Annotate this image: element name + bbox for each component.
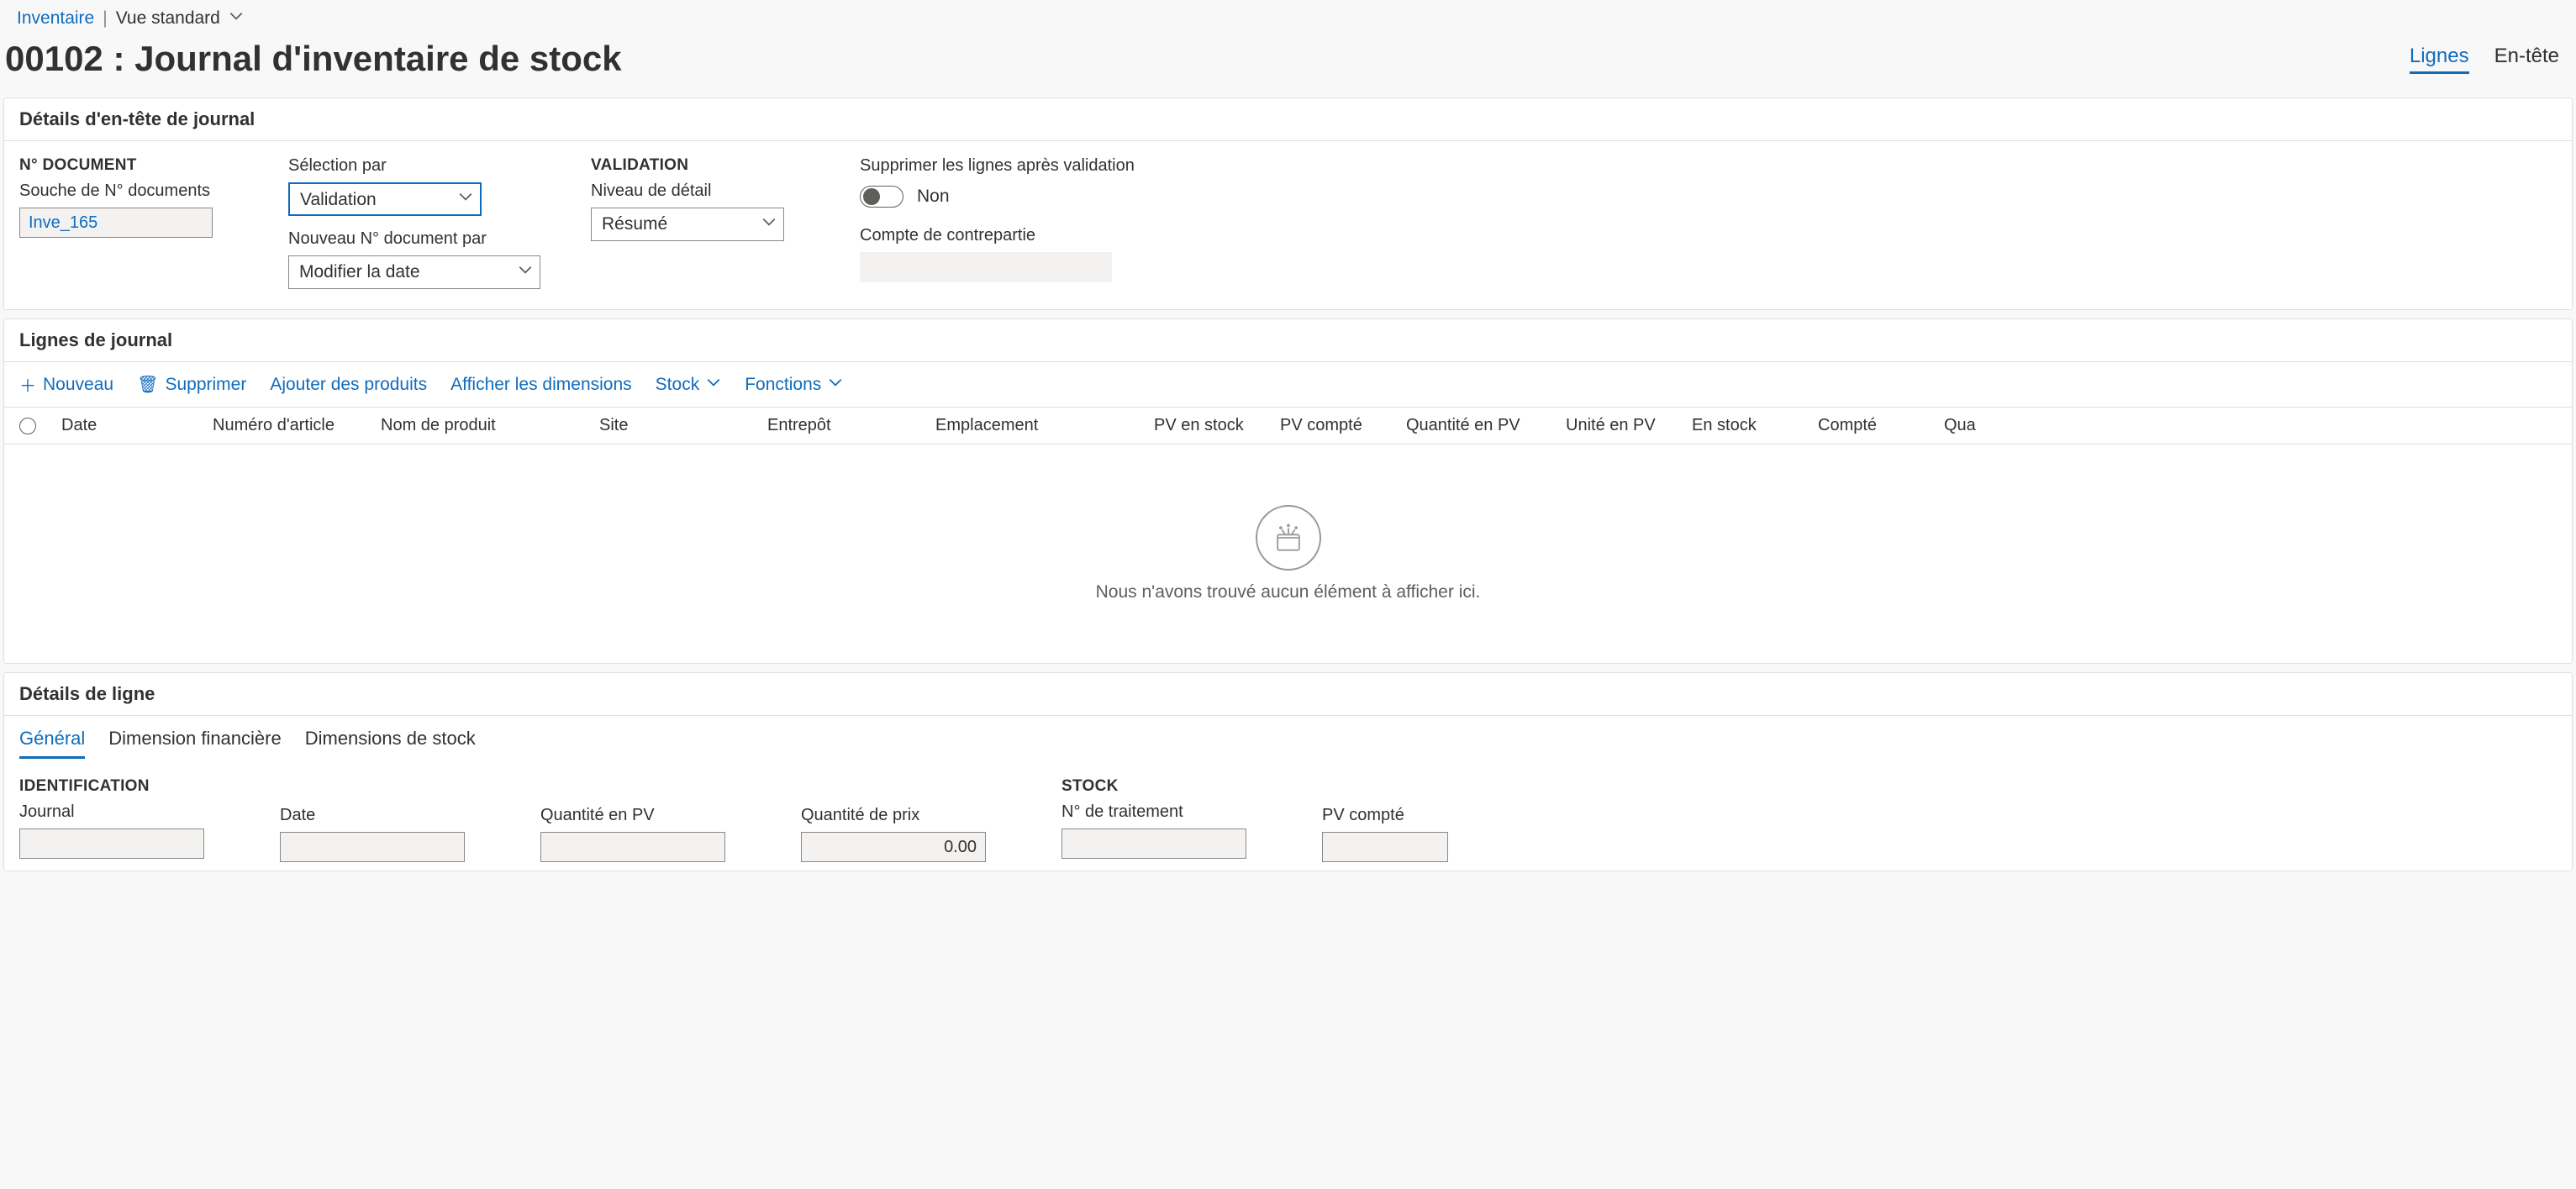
chevron-down-icon	[828, 375, 843, 395]
new-line-button[interactable]: ＋ Nouveau	[19, 372, 113, 397]
page-title: 00102 : Journal d'inventaire de stock	[5, 39, 622, 79]
col-product-name[interactable]: Nom de produit	[372, 416, 591, 435]
select-detail-level[interactable]: Résumé	[591, 208, 784, 241]
breadcrumb-root-link[interactable]: Inventaire	[17, 8, 94, 29]
select-selection-value: Validation	[300, 190, 377, 209]
label-selection: Sélection par	[288, 156, 540, 176]
col-counted[interactable]: Compté	[1810, 416, 1936, 435]
section-line-details-title: Détails de ligne	[4, 673, 2572, 716]
field-offset-account[interactable]	[860, 252, 1112, 282]
lines-toolbar: ＋ Nouveau 🗑 Supprimer Ajouter des produi…	[4, 362, 2572, 408]
select-detail-level-value: Résumé	[602, 214, 667, 234]
label-date: Date	[280, 806, 482, 825]
toggle-delete-after-post[interactable]	[860, 186, 903, 208]
tab-financial-dimension[interactable]: Dimension financière	[108, 728, 281, 759]
section-journal-lines: Lignes de journal ＋ Nouveau 🗑 Supprimer …	[3, 318, 2573, 664]
label-price-qty: Quantité de prix	[801, 806, 1003, 825]
label-souche: Souche de N° documents	[19, 182, 238, 201]
group-stock: STOCK	[1061, 777, 1263, 796]
section-line-details: Détails de ligne Général Dimension finan…	[3, 672, 2573, 871]
col-item-number[interactable]: Numéro d'article	[204, 416, 372, 435]
tab-lines[interactable]: Lignes	[2410, 45, 2469, 74]
stock-menu-label: Stock	[656, 375, 700, 395]
select-newdoc[interactable]: Modifier la date	[288, 255, 540, 289]
toggle-delete-value: Non	[917, 187, 950, 207]
chevron-down-icon	[229, 8, 244, 29]
tab-general[interactable]: Général	[19, 728, 85, 759]
chevron-down-icon	[706, 375, 721, 395]
col-in-stock[interactable]: En stock	[1683, 416, 1810, 435]
view-selector[interactable]: Vue standard	[116, 8, 244, 29]
delete-line-label: Supprimer	[165, 375, 246, 395]
trash-icon: 🗑	[137, 374, 158, 395]
breadcrumb-divider: |	[103, 8, 107, 29]
col-location[interactable]: Emplacement	[927, 416, 1146, 435]
chevron-down-icon	[761, 208, 777, 240]
col-date[interactable]: Date	[53, 416, 204, 435]
col-site[interactable]: Site	[591, 416, 759, 435]
col-warehouse[interactable]: Entrepôt	[759, 416, 927, 435]
grid-empty-text: Nous n'avons trouvé aucun élément à affi…	[1096, 582, 1481, 602]
label-pv-counted: PV compté	[1322, 806, 1524, 825]
new-line-label: Nouveau	[43, 375, 113, 395]
stock-menu[interactable]: Stock	[656, 375, 722, 395]
chevron-down-icon	[458, 183, 473, 215]
display-dimensions-button[interactable]: Afficher les dimensions	[450, 375, 632, 395]
field-price-qty[interactable]: 0.00	[801, 832, 986, 862]
select-selection[interactable]: Validation	[288, 182, 482, 216]
select-newdoc-value: Modifier la date	[299, 262, 420, 281]
empty-box-icon	[1256, 505, 1321, 571]
plus-icon: ＋	[19, 372, 36, 397]
toggle-knob	[863, 188, 880, 205]
col-pv-stock[interactable]: PV en stock	[1146, 416, 1272, 435]
field-lot-number[interactable]	[1061, 829, 1246, 859]
label-lot-number: N° de traitement	[1061, 802, 1263, 822]
group-identification: IDENTIFICATION	[19, 777, 221, 796]
label-qty-pv: Quantité en PV	[540, 806, 742, 825]
label-journal: Journal	[19, 802, 221, 822]
tab-header[interactable]: En-tête	[2494, 45, 2559, 74]
grid-header: Date Numéro d'article Nom de produit Sit…	[4, 408, 2572, 445]
label-delete-after-post: Supprimer les lignes après validation	[860, 156, 1146, 176]
col-qty-pv[interactable]: Quantité en PV	[1398, 416, 1557, 435]
section-header-details-title: Détails d'en-tête de journal	[4, 98, 2572, 141]
label-offset-account: Compte de contrepartie	[860, 226, 1146, 245]
add-products-button[interactable]: Ajouter des produits	[270, 375, 427, 395]
field-date[interactable]	[280, 832, 465, 862]
grid-empty-state: Nous n'avons trouvé aucun élément à affi…	[4, 445, 2572, 663]
functions-menu[interactable]: Fonctions	[745, 375, 843, 395]
delete-line-button[interactable]: 🗑 Supprimer	[137, 374, 246, 395]
group-validation: VALIDATION	[591, 156, 809, 175]
label-detail-level: Niveau de détail	[591, 182, 809, 201]
label-newdoc: Nouveau N° document par	[288, 229, 540, 249]
col-unit-pv[interactable]: Unité en PV	[1557, 416, 1683, 435]
field-qty-pv[interactable]	[540, 832, 725, 862]
field-journal[interactable]	[19, 829, 204, 859]
chevron-down-icon	[518, 256, 533, 288]
breadcrumb: Inventaire | Vue standard	[17, 8, 2559, 29]
view-selector-label: Vue standard	[116, 8, 220, 29]
select-all-checkbox[interactable]	[19, 418, 53, 434]
col-pv-counted[interactable]: PV compté	[1272, 416, 1398, 435]
tab-stock-dimensions[interactable]: Dimensions de stock	[305, 728, 476, 759]
field-souche[interactable]: Inve_165	[19, 208, 213, 238]
functions-menu-label: Fonctions	[745, 375, 821, 395]
col-qty[interactable]: Qua	[1936, 416, 1986, 435]
group-document: N° DOCUMENT	[19, 156, 238, 175]
field-pv-counted[interactable]	[1322, 832, 1448, 862]
section-header-details: Détails d'en-tête de journal N° DOCUMENT…	[3, 97, 2573, 310]
section-journal-lines-title: Lignes de journal	[4, 319, 2572, 362]
